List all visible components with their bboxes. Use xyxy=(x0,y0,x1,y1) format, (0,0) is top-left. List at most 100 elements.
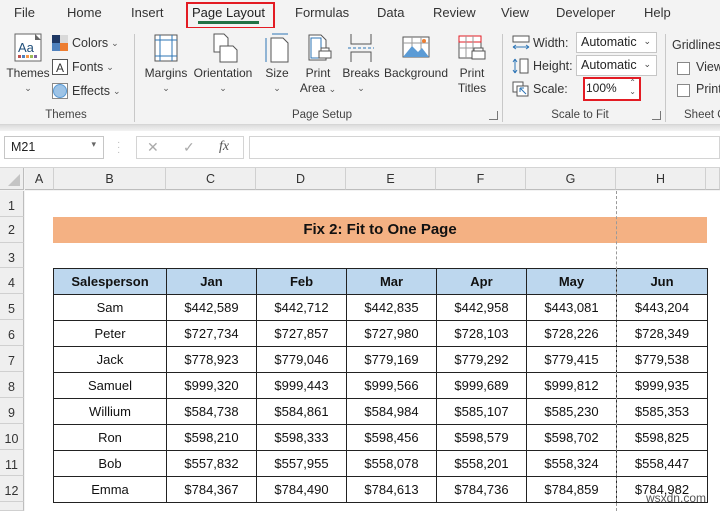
tab-file[interactable]: File xyxy=(14,5,35,20)
column-header-d[interactable]: D xyxy=(256,168,346,190)
sales-value-cell[interactable]: $727,980 xyxy=(346,320,437,347)
row-header-11[interactable]: 11 xyxy=(0,450,24,476)
salesperson-cell[interactable]: Willium xyxy=(53,398,167,425)
sales-value-cell[interactable]: $598,210 xyxy=(166,424,257,451)
page-setup-dialog-launcher[interactable] xyxy=(489,111,498,120)
sales-value-cell[interactable]: $558,078 xyxy=(346,450,437,477)
header-apr[interactable]: Apr xyxy=(436,268,527,295)
row-header-5[interactable]: 5 xyxy=(0,294,24,320)
orientation-button[interactable]: Orientation ⌄ xyxy=(192,32,254,96)
sales-value-cell[interactable]: $584,984 xyxy=(346,398,437,425)
header-may[interactable]: May xyxy=(526,268,617,295)
margins-button[interactable]: Margins ⌄ xyxy=(142,32,190,96)
background-button[interactable]: Background xyxy=(382,32,450,81)
header-jun[interactable]: Jun xyxy=(616,268,708,295)
height-dropdown[interactable]: Automatic ⌄ xyxy=(576,55,657,76)
sales-value-cell[interactable]: $585,107 xyxy=(436,398,527,425)
header-jan[interactable]: Jan xyxy=(166,268,257,295)
row-header-4[interactable]: 4 xyxy=(0,268,24,294)
sales-value-cell[interactable]: $999,935 xyxy=(616,372,708,399)
width-dropdown[interactable]: Automatic ⌄ xyxy=(576,32,657,53)
sales-value-cell[interactable]: $999,812 xyxy=(526,372,617,399)
row-header-10[interactable]: 10 xyxy=(0,424,24,450)
insert-function-icon[interactable]: fx xyxy=(219,139,229,155)
salesperson-cell[interactable]: Sam xyxy=(53,294,167,321)
sales-value-cell[interactable]: $585,230 xyxy=(526,398,617,425)
salesperson-cell[interactable]: Samuel xyxy=(53,372,167,399)
tab-review[interactable]: Review xyxy=(433,5,476,20)
row-header-12[interactable]: 12 xyxy=(0,476,24,502)
column-header-next[interactable] xyxy=(706,168,720,190)
sales-value-cell[interactable]: $999,689 xyxy=(436,372,527,399)
column-header-a[interactable]: A xyxy=(25,168,54,190)
gridlines-print-checkbox[interactable] xyxy=(677,84,690,97)
column-header-h[interactable]: H xyxy=(616,168,706,190)
sales-value-cell[interactable]: $784,613 xyxy=(346,476,437,503)
column-header-e[interactable]: E xyxy=(346,168,436,190)
sales-value-cell[interactable]: $779,169 xyxy=(346,346,437,373)
enter-icon[interactable]: ✓ xyxy=(183,139,195,156)
sales-value-cell[interactable]: $598,333 xyxy=(256,424,347,451)
row-header-8[interactable]: 8 xyxy=(0,372,24,398)
sales-value-cell[interactable]: $584,861 xyxy=(256,398,347,425)
print-titles-button[interactable]: Print Titles xyxy=(454,32,490,96)
tab-view[interactable]: View xyxy=(501,5,529,20)
row-header-9[interactable]: 9 xyxy=(0,398,24,424)
sales-value-cell[interactable]: $784,490 xyxy=(256,476,347,503)
sales-value-cell[interactable]: $784,367 xyxy=(166,476,257,503)
sales-value-cell[interactable]: $584,738 xyxy=(166,398,257,425)
row-header-1[interactable]: 1 xyxy=(0,191,24,217)
sales-value-cell[interactable]: $727,857 xyxy=(256,320,347,347)
sales-value-cell[interactable]: $443,081 xyxy=(526,294,617,321)
column-header-c[interactable]: C xyxy=(166,168,256,190)
row-header-13[interactable] xyxy=(0,502,24,511)
sales-value-cell[interactable]: $598,579 xyxy=(436,424,527,451)
colors-button[interactable]: Colors ⌄ xyxy=(52,33,119,53)
breaks-button[interactable]: Breaks ⌄ xyxy=(342,32,380,96)
sales-value-cell[interactable]: $585,353 xyxy=(616,398,708,425)
sales-value-cell[interactable]: $442,958 xyxy=(436,294,527,321)
gridlines-view-checkbox[interactable] xyxy=(677,62,690,75)
themes-button[interactable]: Aa Themes ⌄ xyxy=(6,32,50,96)
sales-value-cell[interactable]: $557,955 xyxy=(256,450,347,477)
effects-button[interactable]: Effects ⌄ xyxy=(52,81,121,101)
header-salesperson[interactable]: Salesperson xyxy=(53,268,167,295)
column-header-b[interactable]: B xyxy=(54,168,166,190)
sales-value-cell[interactable]: $784,736 xyxy=(436,476,527,503)
sales-value-cell[interactable]: $779,538 xyxy=(616,346,708,373)
size-button[interactable]: Size ⌄ xyxy=(262,32,292,96)
fonts-button[interactable]: A Fonts ⌄ xyxy=(52,57,114,77)
sales-value-cell[interactable]: $442,835 xyxy=(346,294,437,321)
sales-value-cell[interactable]: $999,566 xyxy=(346,372,437,399)
row-header-6[interactable]: 6 xyxy=(0,320,24,346)
resize-handle[interactable]: · · · xyxy=(117,138,120,158)
sales-value-cell[interactable]: $557,832 xyxy=(166,450,257,477)
sheet-title-cell[interactable]: Fix 2: Fit to One Page xyxy=(53,217,707,243)
tab-insert[interactable]: Insert xyxy=(131,5,164,20)
header-mar[interactable]: Mar xyxy=(346,268,437,295)
sales-value-cell[interactable]: $443,204 xyxy=(616,294,708,321)
column-header-f[interactable]: F xyxy=(436,168,526,190)
sales-value-cell[interactable]: $999,320 xyxy=(166,372,257,399)
salesperson-cell[interactable]: Emma xyxy=(53,476,167,503)
tab-home[interactable]: Home xyxy=(67,5,102,20)
sales-value-cell[interactable]: $558,447 xyxy=(616,450,708,477)
sales-value-cell[interactable]: $442,589 xyxy=(166,294,257,321)
print-area-button[interactable]: Print Area ⌄ xyxy=(298,32,338,97)
sales-value-cell[interactable]: $558,201 xyxy=(436,450,527,477)
sales-value-cell[interactable]: $778,923 xyxy=(166,346,257,373)
sales-value-cell[interactable]: $779,046 xyxy=(256,346,347,373)
salesperson-cell[interactable]: Peter xyxy=(53,320,167,347)
salesperson-cell[interactable]: Jack xyxy=(53,346,167,373)
sales-value-cell[interactable]: $598,825 xyxy=(616,424,708,451)
row-header-2[interactable]: 2 xyxy=(0,217,24,243)
tab-developer[interactable]: Developer xyxy=(556,5,615,20)
sales-value-cell[interactable]: $728,103 xyxy=(436,320,527,347)
salesperson-cell[interactable]: Bob xyxy=(53,450,167,477)
tab-help[interactable]: Help xyxy=(644,5,671,20)
sales-value-cell[interactable]: $442,712 xyxy=(256,294,347,321)
name-box[interactable]: M21 ▾ xyxy=(4,136,104,159)
column-header-g[interactable]: G xyxy=(526,168,616,190)
tab-data[interactable]: Data xyxy=(377,5,404,20)
header-feb[interactable]: Feb xyxy=(256,268,347,295)
